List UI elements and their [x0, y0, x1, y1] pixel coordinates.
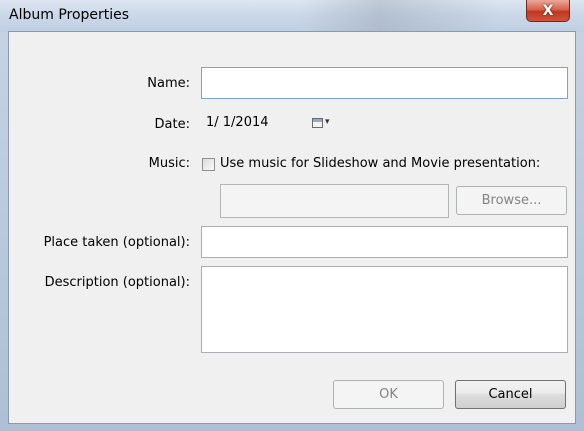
- album-properties-window: Album Properties X Name: Date: 1/ 1/2014…: [0, 0, 584, 431]
- date-value[interactable]: 1/ 1/2014: [206, 115, 269, 130]
- browse-button[interactable]: Browse...: [456, 186, 567, 215]
- cancel-button[interactable]: Cancel: [455, 380, 566, 409]
- music-label: Music:: [148, 156, 190, 171]
- date-picker[interactable]: 1/ 1/2014 ▾: [201, 108, 351, 136]
- music-path-field: [220, 184, 449, 218]
- name-input[interactable]: [201, 67, 568, 99]
- description-textarea[interactable]: [201, 266, 568, 353]
- close-icon: X: [542, 2, 554, 19]
- date-label: Date:: [154, 117, 190, 132]
- name-label: Name:: [147, 76, 190, 91]
- window-title: Album Properties: [9, 7, 130, 23]
- dialog-body: Name: Date: 1/ 1/2014 ▾ Music: Use music…: [8, 31, 576, 424]
- title-bar[interactable]: Album Properties X: [0, 0, 584, 32]
- calendar-icon[interactable]: [312, 118, 323, 128]
- place-input[interactable]: [201, 226, 568, 258]
- close-button[interactable]: X: [526, 0, 570, 22]
- chevron-down-icon[interactable]: ▾: [325, 116, 330, 127]
- place-label: Place taken (optional):: [43, 235, 190, 250]
- music-checkbox-label[interactable]: Use music for Slideshow and Movie presen…: [220, 156, 540, 171]
- ok-button[interactable]: OK: [333, 380, 444, 409]
- music-checkbox[interactable]: [202, 158, 215, 171]
- title-bar-glare: [300, 0, 500, 32]
- description-label: Description (optional):: [44, 275, 190, 290]
